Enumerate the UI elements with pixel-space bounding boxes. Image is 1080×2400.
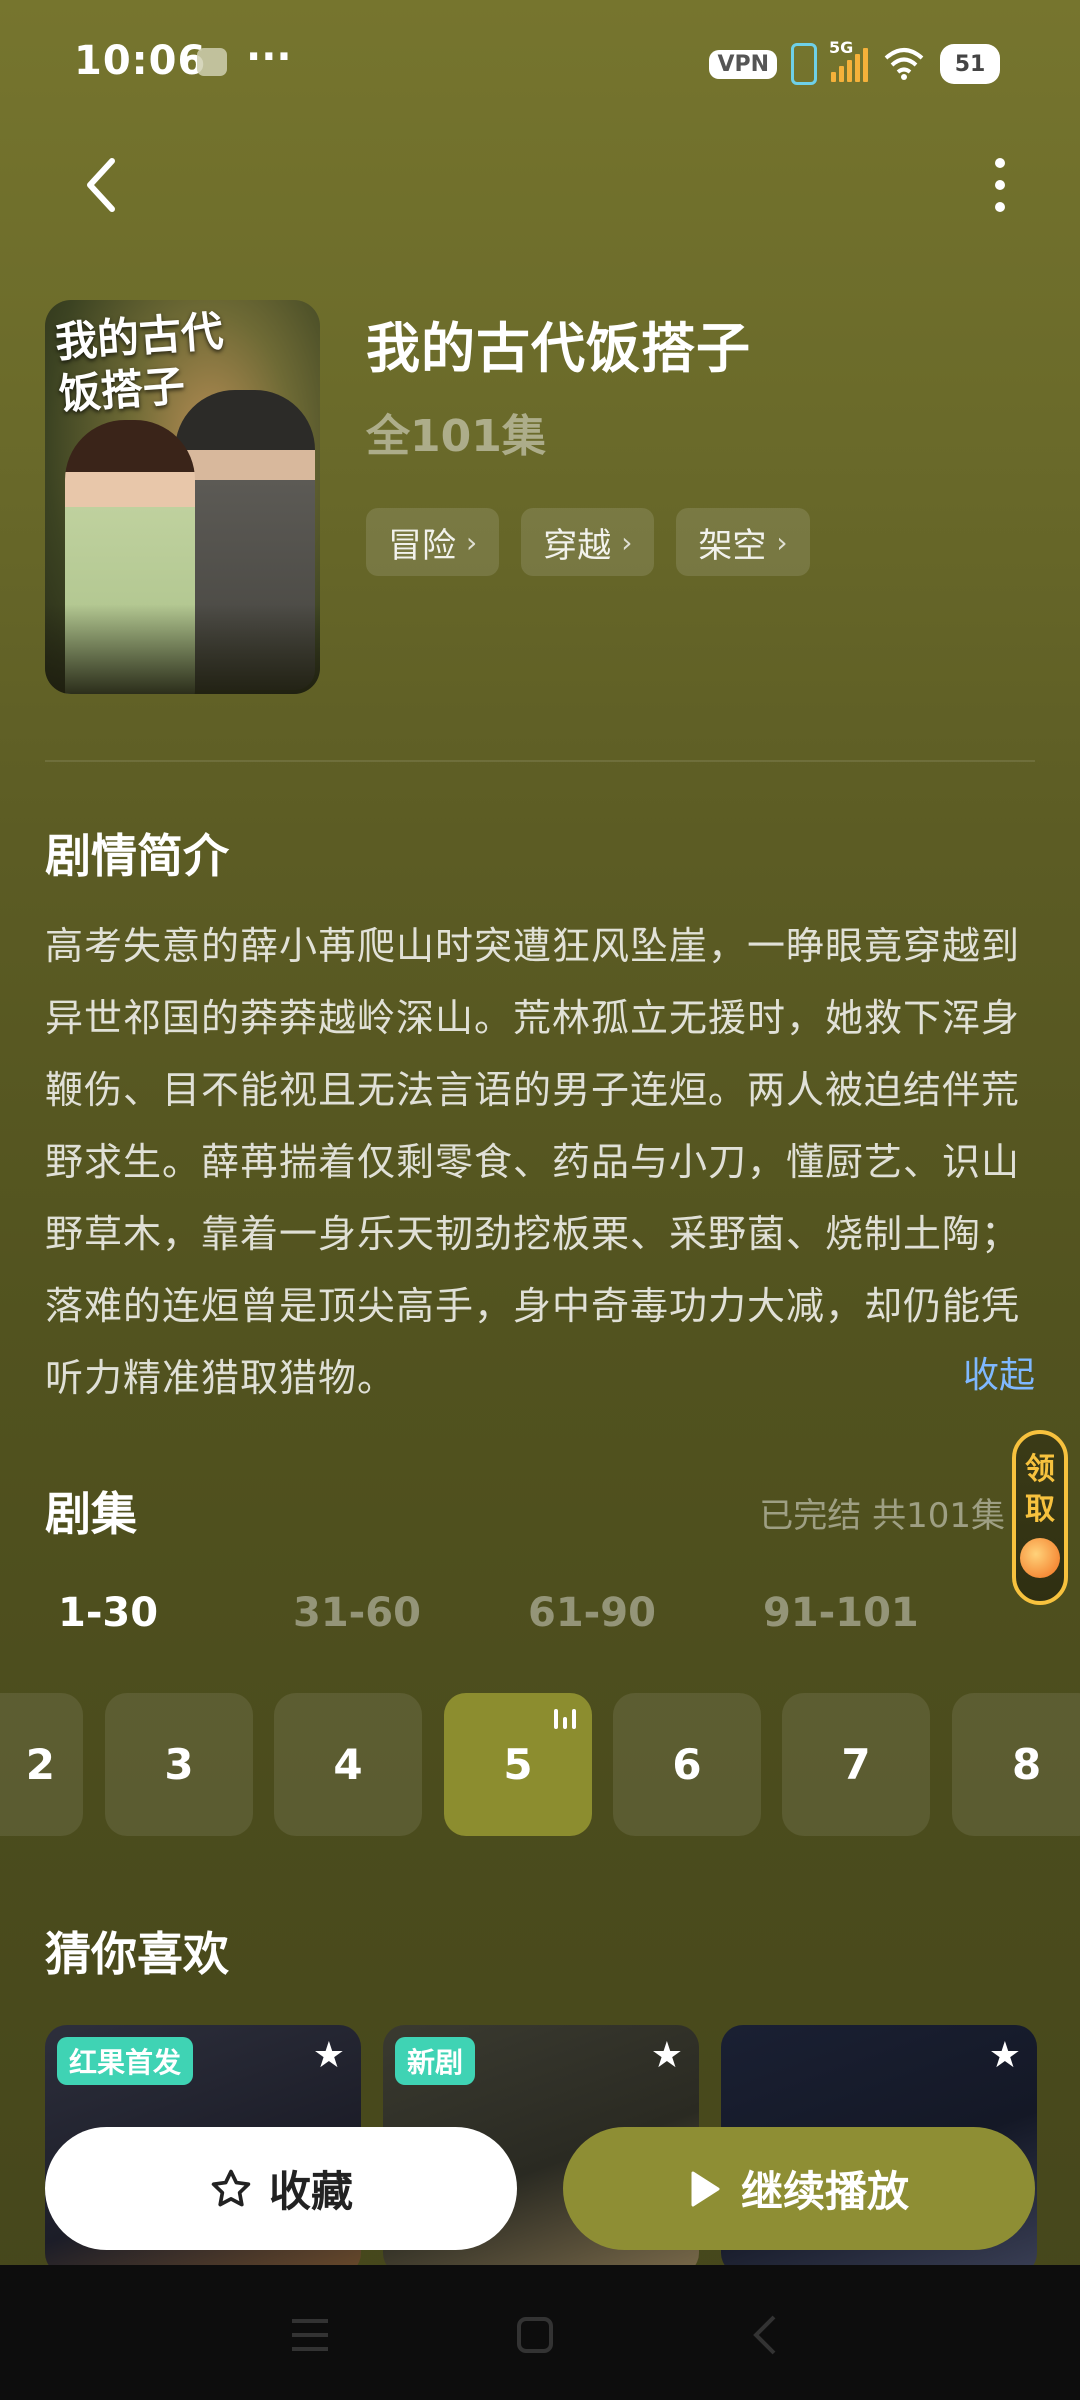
home-icon[interactable] [505,2305,565,2365]
episode-button[interactable]: 7 [782,1693,930,1836]
recommend-heading: 猜你喜欢 [45,1927,229,1981]
episodes-heading: 剧集 [45,1487,137,1541]
drama-detail-page: 10:06 ··· VPN 5G 51 我的古代饭搭子 我的古代饭搭子 全101… [0,0,1080,2400]
tag-label: 穿越 [543,525,612,566]
menu-icon[interactable] [280,2305,340,2365]
episode-button-current[interactable]: 5 [444,1693,592,1836]
tag-list: 冒险 › 穿越 › 架空 › [366,508,810,576]
notification-app-icon [197,48,227,76]
status-icons: VPN 5G 51 [709,38,1000,88]
tag-label: 冒险 [388,525,456,566]
range-tab-1-30[interactable]: 1-30 [58,1590,293,1636]
star-icon[interactable]: ★ [313,2035,345,2076]
favorite-button[interactable]: 收藏 [45,2127,517,2250]
claim-reward-button[interactable]: 领 取 [1012,1430,1068,1605]
episode-button[interactable]: 8 [952,1693,1080,1836]
drama-title: 我的古代饭搭子 [366,317,751,380]
tag-time-travel[interactable]: 穿越 › [521,508,655,576]
battery-icon: 51 [940,44,1000,84]
synopsis-heading: 剧情简介 [45,829,229,883]
more-vertical-icon [995,158,1005,168]
poster-title: 我的古代饭搭子 [53,306,225,419]
episode-list: 2 3 4 5 6 7 8 [0,1693,1080,1836]
chevron-right-icon: › [776,525,788,559]
claim-label: 取 [1025,1492,1055,1527]
episode-button[interactable]: 6 [613,1693,761,1836]
range-tab-31-60[interactable]: 31-60 [293,1590,528,1636]
back-button[interactable] [70,150,130,220]
favorite-label: 收藏 [268,2167,353,2216]
claim-label: 领 [1025,1452,1055,1487]
range-tab-61-90[interactable]: 61-90 [528,1590,763,1636]
status-time: 10:06 [74,38,207,84]
episode-button[interactable]: 2 [0,1693,83,1836]
more-options-button[interactable] [980,150,1020,220]
range-tab-91-101[interactable]: 91-101 [763,1590,998,1636]
tag-label: 架空 [698,525,767,566]
star-outline-icon [211,2169,251,2206]
chevron-right-icon: › [466,525,478,559]
episode-button[interactable]: 3 [105,1693,253,1836]
episode-number: 5 [503,1740,533,1789]
episode-range-tabs: 1-30 31-60 61-90 91-101 [58,1590,998,1636]
system-navigation-bar [0,2265,1080,2400]
red-envelope-icon [1020,1538,1060,1578]
tag-adventure[interactable]: 冒险 › [366,508,500,576]
tag-fictional[interactable]: 架空 › [676,508,810,576]
vpn-icon: VPN [709,49,777,79]
continue-play-label: 继续播放 [740,2167,909,2216]
play-icon [691,2171,720,2206]
cellular-signal-icon: 5G [829,38,868,82]
continue-play-button[interactable]: 继续播放 [563,2127,1035,2250]
status-bar: 10:06 ··· VPN 5G 51 [0,0,1080,130]
star-icon[interactable]: ★ [651,2035,683,2076]
drama-poster[interactable]: 我的古代饭搭子 [45,300,320,694]
synopsis-text: 高考失意的薛小苒爬山时突遭狂风坠崖，一睁眼竟穿越到异世祁国的莽莽越岭深山。荒林孤… [45,924,1021,1400]
phone-icon [791,43,817,85]
collapse-button[interactable]: 收起 [963,1346,1035,1398]
chevron-left-icon [87,158,115,212]
network-type-label: 5G [829,38,854,57]
divider [45,760,1035,762]
card-badge: 新剧 [395,2037,476,2085]
now-playing-icon [554,1709,576,1729]
episode-total: 全101集 [366,411,546,462]
wifi-icon [882,46,926,82]
star-icon[interactable]: ★ [989,2035,1021,2076]
back-nav-icon[interactable] [735,2305,795,2365]
more-notifications-icon: ··· [246,34,292,80]
episode-button[interactable]: 4 [274,1693,422,1836]
card-badge: 红果首发 [57,2037,194,2085]
chevron-right-icon: › [621,525,633,559]
episode-status: 已完结 共101集 [759,1496,1005,1536]
